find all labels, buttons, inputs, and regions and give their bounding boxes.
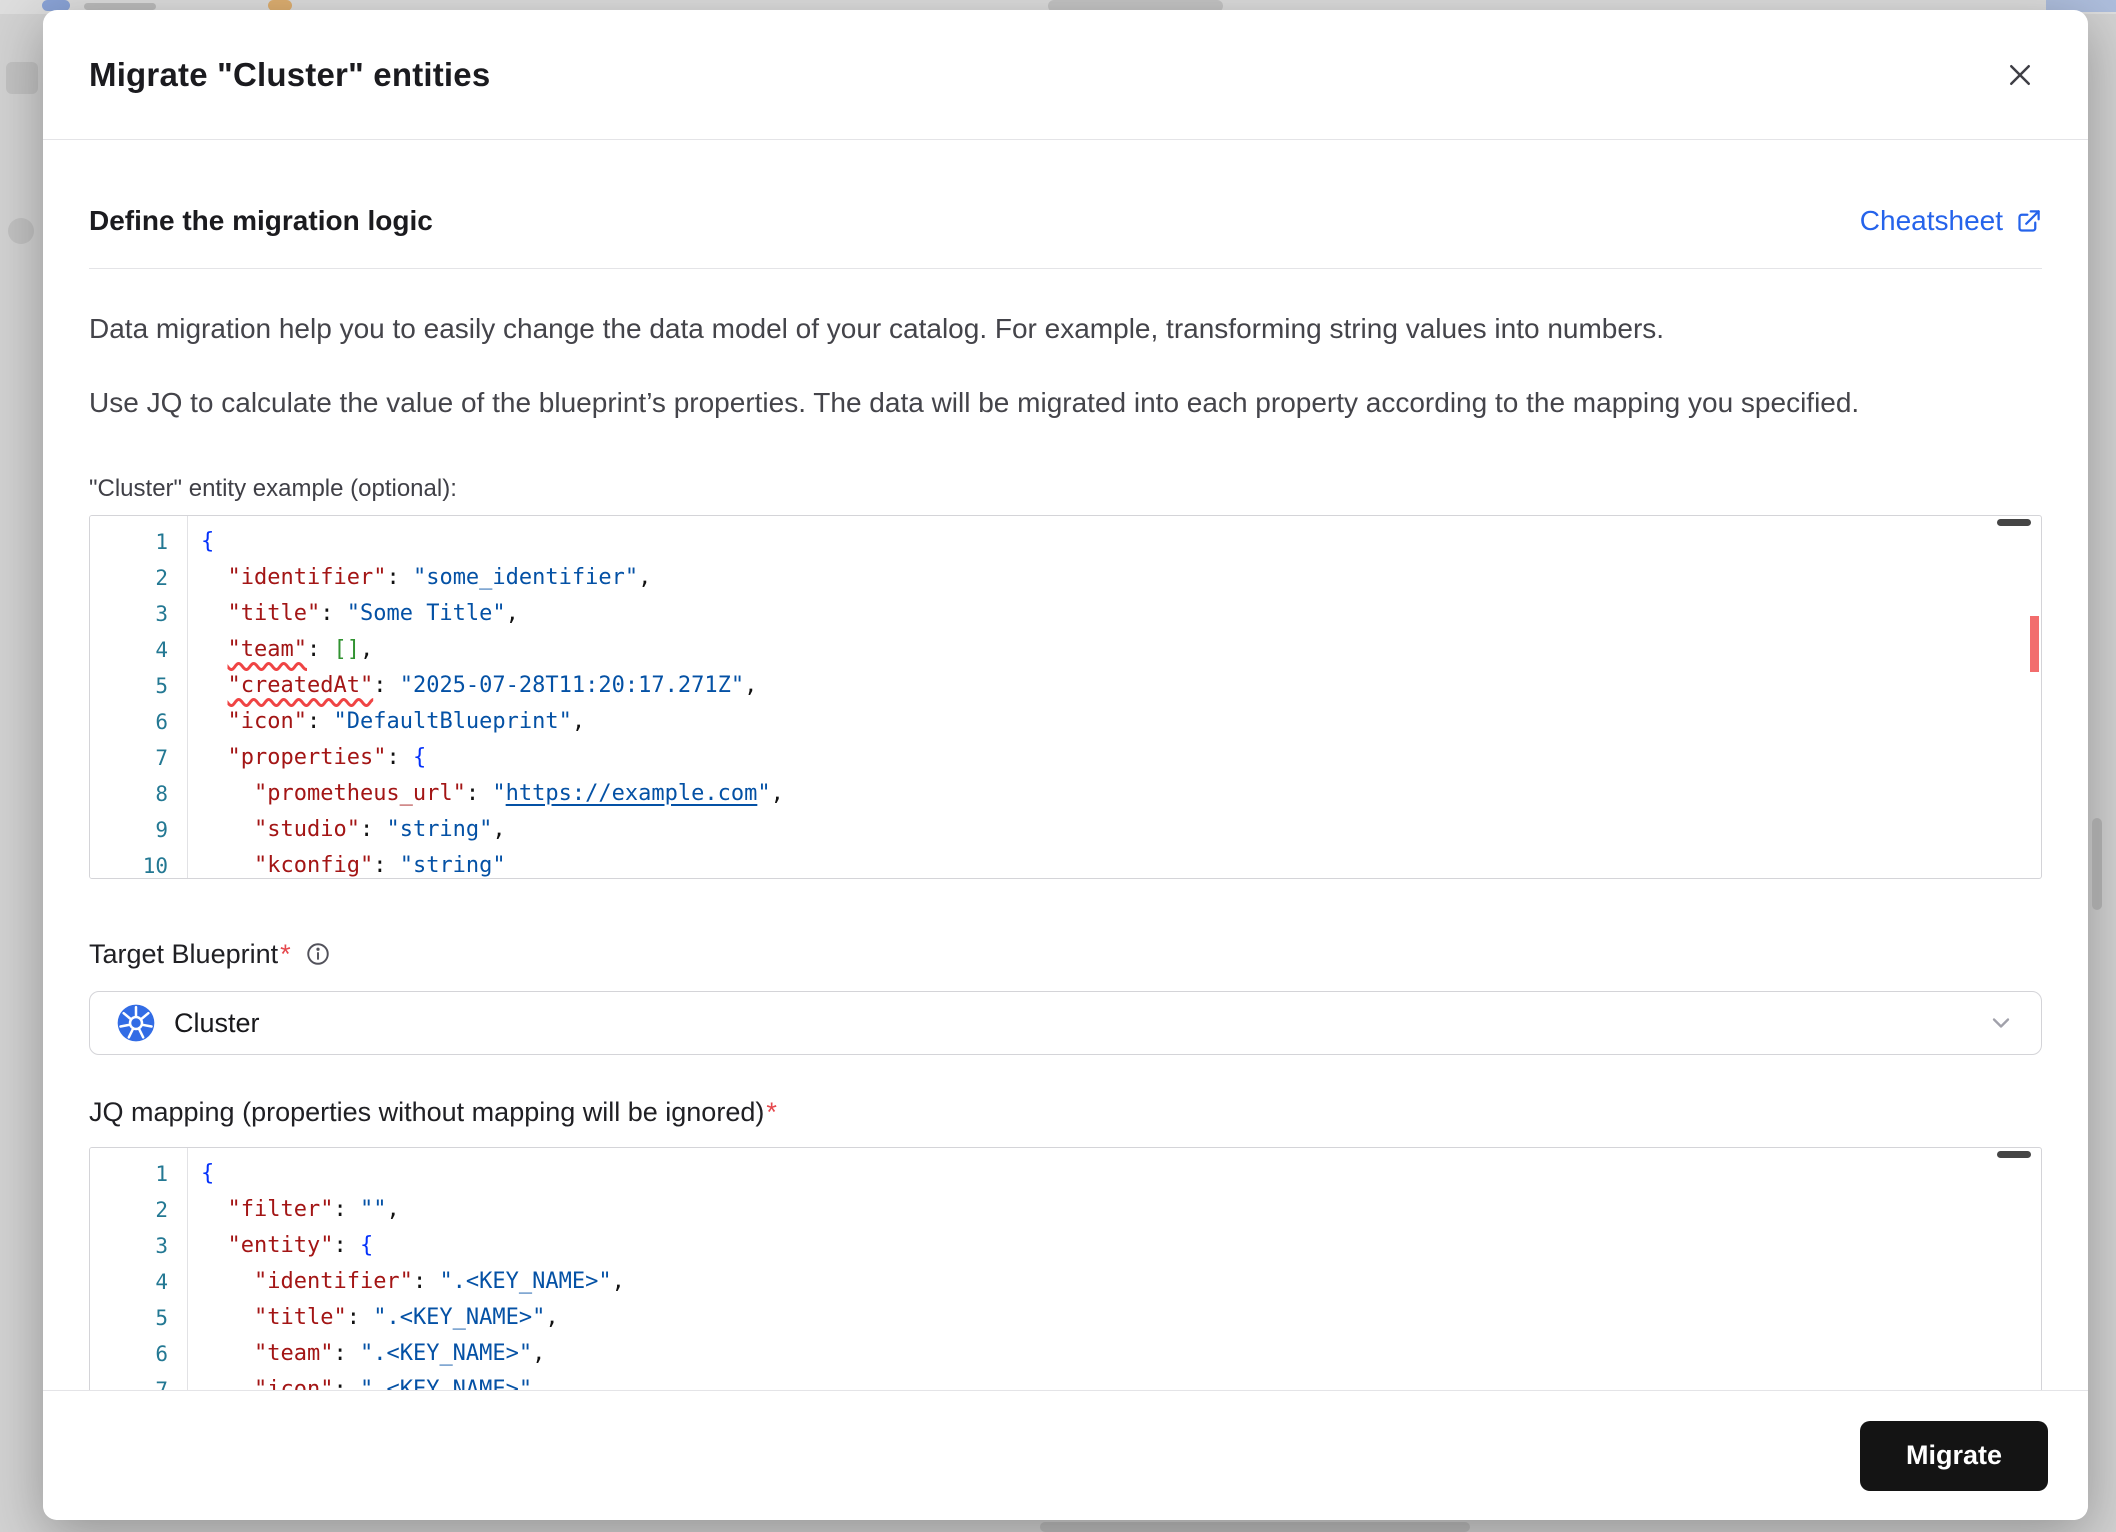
target-blueprint-label-row: Target Blueprint* xyxy=(89,937,2042,971)
background-bottom-bar xyxy=(1040,1522,1470,1532)
cheatsheet-link[interactable]: Cheatsheet xyxy=(1860,205,2042,237)
chevron-down-icon xyxy=(1987,1009,2015,1037)
editor-scrollbar-thumb[interactable] xyxy=(1997,1151,2031,1158)
dialog-title: Migrate "Cluster" entities xyxy=(89,55,491,93)
background-tab-text xyxy=(84,3,156,10)
description-paragraph-1: Data migration help you to easily change… xyxy=(89,313,1665,344)
section-divider xyxy=(89,268,2042,269)
info-icon[interactable] xyxy=(305,941,331,967)
section-header-row: Define the migration logic Cheatsheet xyxy=(89,204,2042,238)
editor-code[interactable]: { "identifier": "some_identifier", "titl… xyxy=(188,516,2041,878)
description-paragraph-2: Use JQ to calculate the value of the blu… xyxy=(89,387,1860,418)
editor-error-marker xyxy=(2030,616,2039,672)
external-link-icon xyxy=(2018,209,2040,232)
dialog-header: Migrate "Cluster" entities xyxy=(43,10,2088,140)
target-blueprint-label: Target Blueprint* xyxy=(89,938,291,969)
required-asterisk: * xyxy=(280,938,291,969)
editor-gutter: 1 2 3 4 5 6 7 8 9 10 xyxy=(90,516,188,878)
close-icon xyxy=(2010,64,2030,85)
required-asterisk: * xyxy=(766,1097,777,1127)
migrate-entities-dialog: Migrate "Cluster" entities Define the mi… xyxy=(43,10,2088,1520)
migrate-button[interactable]: Migrate xyxy=(1859,1420,2048,1491)
dialog-body: Define the migration logic Cheatsheet Da… xyxy=(43,204,2088,1407)
jq-mapping-editor[interactable]: 1234567 { "filter": "", "entity": { "ide… xyxy=(89,1147,2042,1407)
dialog-footer: Migrate xyxy=(43,1390,2088,1520)
editor-gutter: 1234567 xyxy=(90,1148,188,1406)
target-blueprint-select[interactable]: Cluster xyxy=(89,991,2042,1055)
entity-example-label: "Cluster" entity example (optional): xyxy=(89,475,457,502)
target-blueprint-value: Cluster xyxy=(174,1007,260,1038)
close-button[interactable] xyxy=(1998,53,2042,97)
cheatsheet-label: Cheatsheet xyxy=(1859,205,2003,236)
section-heading: Define the migration logic xyxy=(89,205,433,236)
editor-scrollbar-thumb[interactable] xyxy=(1997,519,2031,526)
editor-code[interactable]: { "filter": "", "entity": { "identifier"… xyxy=(188,1148,2041,1406)
kubernetes-icon xyxy=(116,1003,156,1043)
modal-scrollbar-thumb[interactable] xyxy=(2092,818,2102,910)
background-sidebar-item xyxy=(6,62,38,94)
background-sidebar-avatar xyxy=(8,218,34,244)
entity-example-editor[interactable]: 1 2 3 4 5 6 7 8 9 10 { "identifier": "some_identi… xyxy=(89,515,2042,879)
jq-mapping-label: JQ mapping (properties without mapping w… xyxy=(89,1097,777,1127)
